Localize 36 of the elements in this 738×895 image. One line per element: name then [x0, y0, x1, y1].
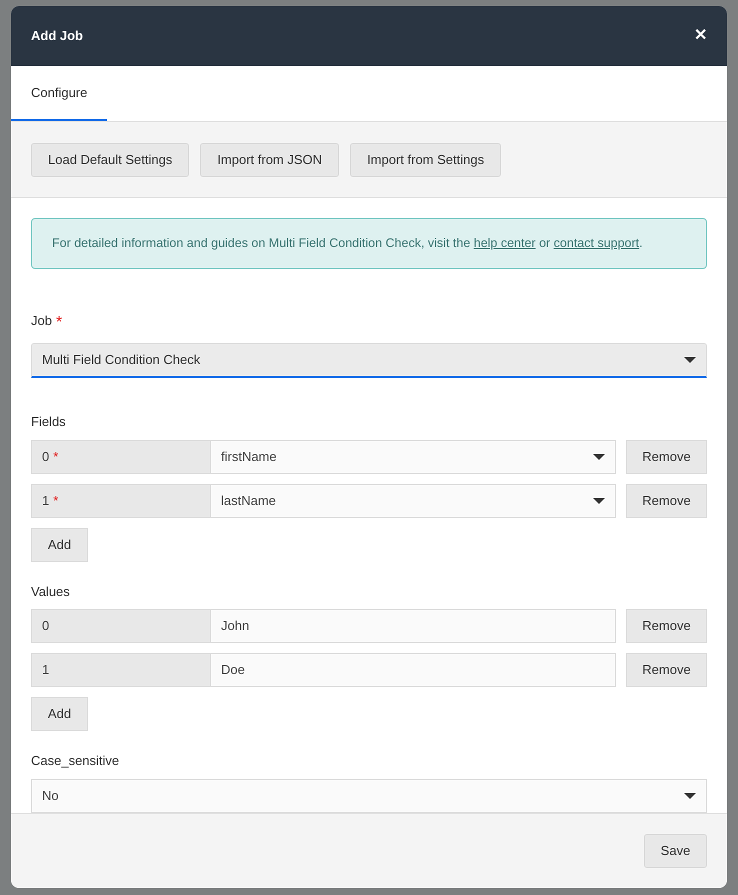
required-asterisk: * [53, 448, 58, 466]
field-select[interactable]: lastName [211, 484, 616, 518]
remove-button[interactable]: Remove [626, 653, 707, 687]
help-center-link[interactable]: help center [474, 236, 536, 250]
contact-support-link[interactable]: contact support [554, 236, 640, 250]
toolbar-button[interactable]: Import from JSON [200, 142, 340, 176]
info-text: For detailed information and guides on Multi Field Condition Check, visit the help center or contact support. [52, 235, 643, 252]
close-button[interactable]: ✕ [694, 24, 707, 48]
index-number: 0 [42, 617, 50, 636]
section-label: Values [31, 582, 71, 600]
toolbar-button[interactable]: Import from Settings [350, 142, 502, 176]
dropdown-caret-icon [684, 792, 696, 798]
toolbar-button[interactable]: Load Default Settings [31, 142, 190, 176]
case-sensitive-select[interactable]: No [31, 778, 707, 812]
save-button[interactable]: Save [644, 834, 707, 868]
section-label: Fields [31, 413, 67, 431]
required-asterisk: * [53, 492, 58, 510]
dropdown-caret-icon [593, 454, 605, 460]
remove-button[interactable]: Remove [626, 484, 707, 518]
index-number: 0 [42, 448, 50, 466]
index-number: 1 [42, 492, 50, 510]
remove-button[interactable]: Remove [626, 609, 707, 643]
dropdown-caret-icon [684, 357, 696, 363]
add-button[interactable]: Add [31, 697, 88, 731]
value-input[interactable]: John [211, 609, 616, 643]
index-number: 1 [42, 661, 50, 680]
job-select[interactable]: Multi Field Condition Check [31, 343, 707, 378]
value-input[interactable]: Doe [211, 653, 616, 687]
job-label: Job [31, 312, 52, 330]
case-sensitive-label: Case_sensitive [31, 752, 120, 770]
remove-button[interactable]: Remove [626, 440, 707, 474]
field-select[interactable]: firstName [211, 440, 616, 474]
required-asterisk: * [56, 313, 62, 333]
dropdown-caret-icon [593, 498, 605, 504]
add-button[interactable]: Add [31, 528, 88, 562]
dialog-title: Add Job [31, 27, 83, 46]
